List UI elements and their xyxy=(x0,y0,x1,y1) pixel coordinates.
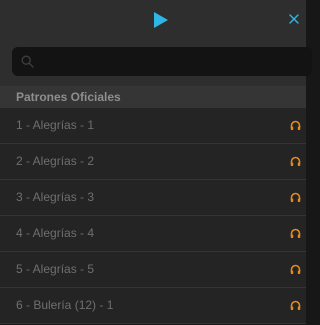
section-header: Patrones Oficiales xyxy=(0,86,306,108)
list-item[interactable]: 2 - Alegrías - 2 xyxy=(0,144,306,180)
list-item-label: 6 - Bulería (12) - 1 xyxy=(16,298,114,312)
close-icon[interactable] xyxy=(289,14,299,24)
headphones-icon[interactable] xyxy=(290,192,301,203)
list-item[interactable]: 6 - Bulería (12) - 1 xyxy=(0,288,306,324)
search-icon xyxy=(21,55,34,68)
list-item-label: 2 - Alegrías - 2 xyxy=(16,154,95,168)
headphones-icon[interactable] xyxy=(290,156,301,167)
headphones-icon[interactable] xyxy=(290,120,301,131)
list-item[interactable]: 4 - Alegrías - 4 xyxy=(0,216,306,252)
list-item[interactable]: 3 - Alegrías - 3 xyxy=(0,180,306,216)
search-bar xyxy=(0,40,312,86)
top-toolbar xyxy=(0,0,306,40)
play-icon[interactable] xyxy=(154,12,168,28)
search-input[interactable] xyxy=(40,47,300,76)
search-field[interactable] xyxy=(12,47,312,76)
headphones-icon[interactable] xyxy=(290,300,301,311)
headphones-icon[interactable] xyxy=(290,264,301,275)
list-item-label: 5 - Alegrías - 5 xyxy=(16,262,95,276)
list-item-label: 4 - Alegrías - 4 xyxy=(16,226,95,240)
list-item-label: 3 - Alegrías - 3 xyxy=(16,190,95,204)
list-item[interactable]: 5 - Alegrías - 5 xyxy=(0,252,306,288)
list-item-label: 1 - Alegrías - 1 xyxy=(16,118,95,132)
pattern-list: 1 - Alegrías - 1 2 - Alegrías - 2 3 - Al… xyxy=(0,108,306,324)
headphones-icon[interactable] xyxy=(290,228,301,239)
list-item[interactable]: 1 - Alegrías - 1 xyxy=(0,108,306,144)
